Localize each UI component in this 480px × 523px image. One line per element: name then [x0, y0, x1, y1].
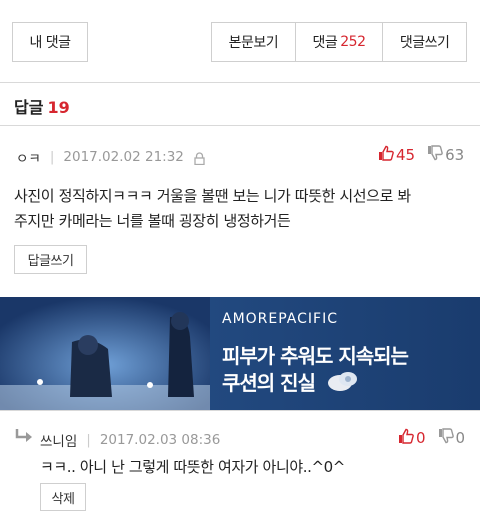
ad-winter-scene-image [0, 297, 210, 410]
meta-separator: | [86, 432, 91, 448]
thumbs-up-icon[interactable] [398, 428, 414, 448]
write-comment-button[interactable]: 댓글쓰기 [383, 23, 466, 61]
comments-tab-label: 댓글 [312, 35, 338, 51]
thumbs-down-icon[interactable] [427, 145, 443, 165]
cushion-puff-icon [328, 372, 357, 391]
ad-brand: AMOREPACIFIC [222, 311, 338, 327]
ad-subheadline: 쿠션의 진실 [222, 371, 316, 395]
comment-meta: ㅇㅋ | 2017.02.02 21:32 [16, 147, 205, 167]
comment-date: 2017.02.02 21:32 [63, 149, 184, 165]
reply-arrow-icon [15, 429, 32, 442]
ad-headline: 피부가 추워도 지속되는 [222, 344, 409, 368]
comment-body-line: 주지만 카메라는 너를 볼때 굉장히 냉정하거든 [14, 212, 291, 230]
reply-body: ㅋㅋ.. 아니 난 그렇게 따뜻한 여자가 아니야..^0^ [40, 458, 345, 476]
upvote-count: 45 [396, 146, 416, 164]
comment-tab-group: 본문보기 댓글 252 댓글쓰기 [211, 22, 467, 62]
ad-banner[interactable]: AMOREPACIFIC 피부가 추워도 지속되는 쿠션의 진실 [0, 297, 480, 410]
thumbs-down-icon[interactable] [438, 428, 454, 448]
thumbs-up-icon[interactable] [378, 145, 394, 165]
comment-divider [0, 125, 480, 126]
comment-body-line: 사진이 정직하지ㅋㅋㅋ 거울을 볼땐 보는 니가 따뜻한 시선으로 봐 [14, 187, 411, 205]
top-divider [0, 82, 480, 83]
comments-tab[interactable]: 댓글 252 [296, 23, 384, 61]
comment-author[interactable]: ㅇㅋ [16, 147, 41, 167]
downvote-count: 63 [445, 146, 465, 164]
delete-button[interactable]: 삭제 [40, 483, 86, 511]
replies-count: 19 [47, 98, 70, 117]
downvote-count: 0 [455, 429, 466, 447]
reply-date: 2017.02.03 08:36 [99, 432, 221, 448]
meta-separator: | [49, 149, 55, 165]
my-comments-button[interactable]: 내 댓글 [12, 22, 88, 62]
reply-meta: 쓰니임 | 2017.02.03 08:36 [40, 430, 220, 450]
comment-votes: 45 63 [378, 145, 464, 165]
replies-label: 답글 [14, 98, 44, 117]
comments-count: 252 [340, 34, 366, 50]
reply-button[interactable]: 답글쓰기 [14, 245, 87, 274]
lock-icon [194, 151, 205, 165]
view-post-button[interactable]: 본문보기 [212, 23, 296, 61]
replies-header: 답글 19 [14, 94, 70, 118]
reply-votes: 0 0 [398, 428, 465, 448]
comment-body: 사진이 정직하지ㅋㅋㅋ 거울을 볼땐 보는 니가 따뜻한 시선으로 봐 주지만 … [14, 184, 411, 234]
upvote-count: 0 [416, 429, 426, 447]
reply-author[interactable]: 쓰니임 [40, 430, 77, 450]
comment-divider [0, 410, 480, 411]
